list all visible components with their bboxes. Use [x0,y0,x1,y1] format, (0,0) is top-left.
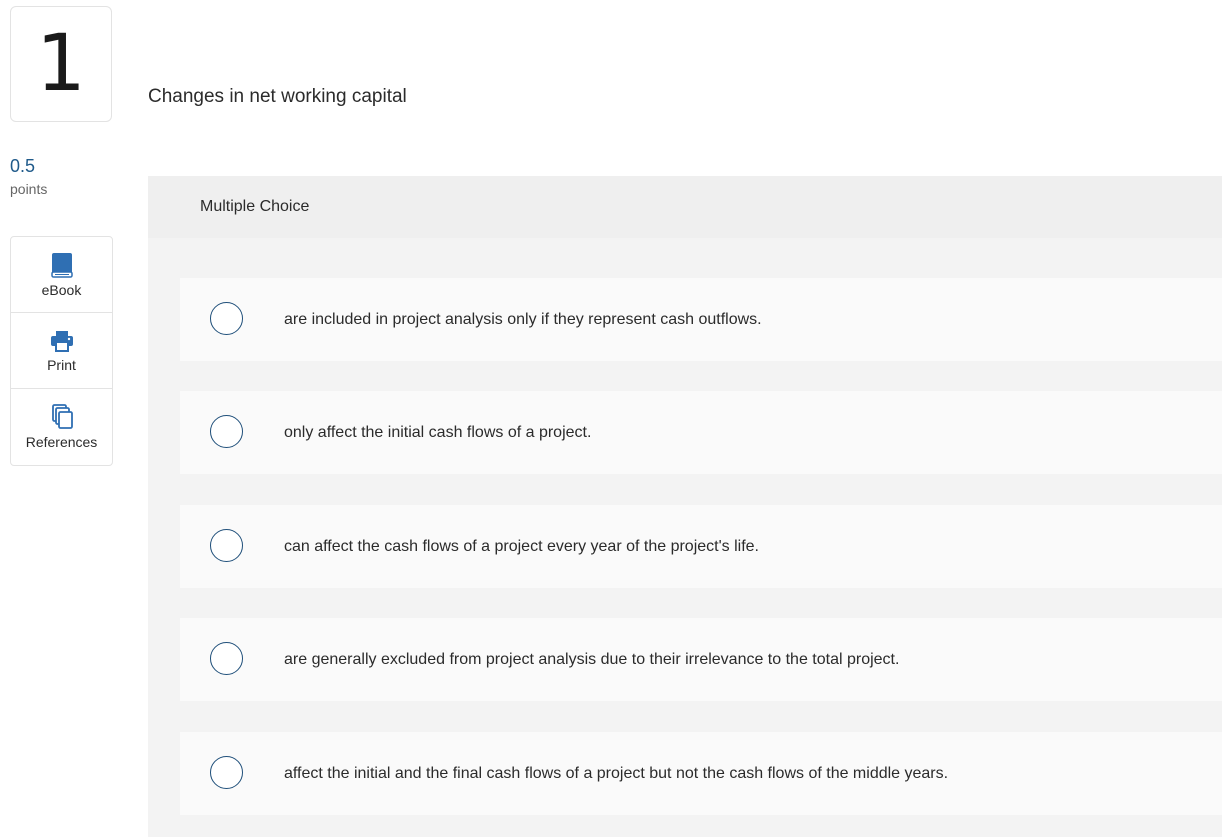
radio-button[interactable] [210,641,243,675]
book-icon [50,252,73,278]
ebook-button[interactable]: eBook [11,237,112,313]
radio-button[interactable] [210,414,243,448]
answer-choice[interactable]: affect the initial and the final cash fl… [180,732,1222,815]
question-panel: Multiple Choice are included in project … [148,176,1222,837]
answer-choice[interactable]: are included in project analysis only if… [180,278,1222,361]
answer-choice-text: only affect the initial cash flows of a … [284,423,592,441]
radio-button[interactable] [210,528,243,562]
answer-choice[interactable]: only affect the initial cash flows of a … [180,391,1222,474]
radio-button[interactable] [210,755,243,789]
answer-choice[interactable]: are generally excluded from project anal… [180,618,1222,701]
points-value: 0.5 [10,156,36,176]
references-button[interactable]: References [11,389,112,465]
print-button[interactable]: Print [11,313,112,389]
question-type-label: Multiple Choice [200,198,310,215]
answer-choice-text: are included in project analysis only if… [284,310,762,328]
answer-choice-text: can affect the cash flows of a project e… [284,537,759,555]
answer-choice[interactable]: can affect the cash flows of a project e… [180,505,1222,588]
print-label: Print [47,356,76,373]
points-label: points [10,181,48,197]
tools-panel: eBook Print References [10,236,113,466]
answer-choice-text: affect the initial and the final cash fl… [284,764,949,782]
copy-documents-icon [51,404,73,429]
question-number: 1 [10,6,112,122]
question-type-header: Multiple Choice [148,176,1222,238]
question-title: Changes in net working capital [148,86,407,107]
radio-button[interactable] [210,301,243,335]
ebook-label: eBook [41,281,82,298]
printer-icon [50,330,73,352]
references-label: References [25,434,98,450]
answer-choice-text: are generally excluded from project anal… [284,650,900,668]
